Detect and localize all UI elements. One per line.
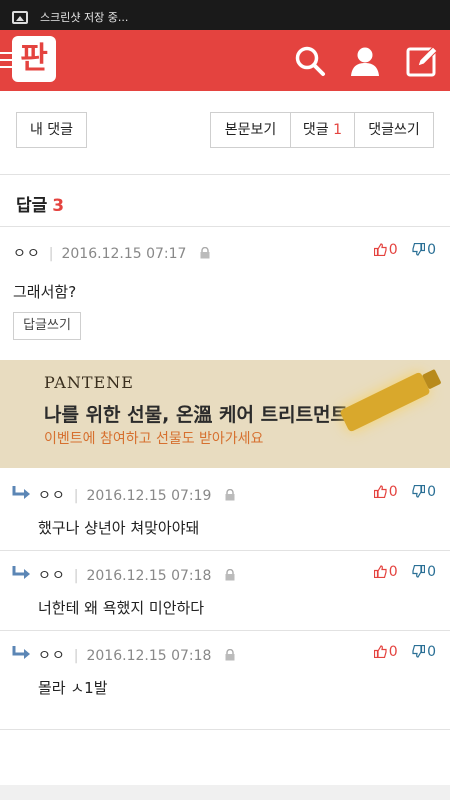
comment-tabs: 본문보기 댓글 1 댓글쓰기	[210, 112, 434, 148]
lock-icon[interactable]	[224, 649, 236, 661]
reply-nick[interactable]: ㅇㅇ	[38, 568, 66, 584]
ad-product-image	[339, 371, 431, 433]
ad-headline: 나를 위한 선물, 온溫 케어 트리트먼트	[44, 404, 349, 426]
upvote-button[interactable]: 0	[373, 564, 398, 580]
reply-text: 했구나 샹년아 쳐맞아야돼	[38, 519, 200, 537]
thumbs-down-icon	[412, 242, 426, 256]
image-icon	[12, 11, 28, 24]
reply-meta: ㅇㅇ | 2016.12.15 07:18	[38, 565, 236, 585]
user-icon[interactable]	[348, 44, 382, 78]
comments-tab[interactable]: 댓글 1	[291, 113, 355, 147]
ad-banner[interactable]: PANTENE 나를 위한 선물, 온溫 케어 트리트먼트 이벤트에 참여하고 …	[0, 360, 450, 468]
ad-brand: PANTENE	[44, 373, 134, 392]
reply-item: ㅇㅇ | 2016.12.15 07:18 0 0 몰라 ㅅ1발	[0, 631, 450, 729]
reply-votes: 0 0	[364, 644, 436, 660]
status-notification: 스크린샷 저장 중...	[40, 11, 129, 24]
downvote-button[interactable]: 0	[412, 484, 436, 500]
my-comments-button[interactable]: 내 댓글	[16, 112, 87, 148]
comment-nav: 내 댓글 본문보기 댓글 1 댓글쓰기	[0, 91, 450, 175]
thumbs-down-icon	[412, 644, 426, 658]
thumbs-up-icon	[373, 485, 387, 499]
lock-icon[interactable]	[224, 489, 236, 501]
thumbs-up-icon	[373, 565, 387, 579]
lock-icon[interactable]	[224, 569, 236, 581]
downvote-count: 0	[427, 484, 436, 500]
app-header: 판	[0, 30, 450, 91]
thumbs-down-icon	[412, 564, 426, 578]
downvote-count: 0	[427, 644, 436, 660]
search-icon[interactable]	[293, 44, 327, 78]
lock-icon[interactable]	[199, 247, 211, 259]
upvote-button[interactable]: 0	[373, 644, 398, 660]
comment-text: 그래서함?	[13, 283, 77, 301]
status-bar: 스크린샷 저장 중...	[0, 0, 450, 30]
upvote-count: 0	[388, 242, 398, 258]
downvote-button[interactable]: 0	[412, 644, 436, 660]
thumbs-up-icon	[373, 645, 387, 659]
write-comment-button[interactable]: 댓글쓰기	[355, 113, 433, 147]
upvote-button[interactable]: 0	[373, 242, 398, 258]
comment-meta: ㅇㅇ | 2016.12.15 07:17	[13, 243, 211, 263]
upvote-count: 0	[388, 484, 398, 500]
downvote-count: 0	[427, 242, 436, 258]
reply-nick[interactable]: ㅇㅇ	[38, 488, 66, 504]
comment-votes: 0 0	[364, 242, 436, 258]
downvote-button[interactable]: 0	[412, 242, 436, 258]
replies-title: 답글 3	[16, 191, 64, 216]
reply-date: 2016.12.15 07:19	[86, 488, 212, 504]
replies-count: 3	[52, 196, 65, 216]
reply-arrow-icon	[12, 566, 30, 579]
thumbs-up-icon	[373, 243, 387, 257]
write-reply-button[interactable]: 답글쓰기	[13, 312, 81, 340]
thumbs-down-icon	[412, 484, 426, 498]
reply-text: 몰라 ㅅ1발	[38, 679, 108, 697]
ad-subtext: 이벤트에 참여하고 선물도 받아가세요	[44, 431, 264, 447]
reply-date: 2016.12.15 07:18	[86, 648, 212, 664]
reply-votes: 0 0	[364, 484, 436, 500]
reply-date: 2016.12.15 07:18	[86, 568, 212, 584]
reply-item: ㅇㅇ | 2016.12.15 07:18 0 0 너한테 왜 욕했지 미안하다	[0, 551, 450, 631]
page-footer	[0, 785, 450, 800]
downvote-button[interactable]: 0	[412, 564, 436, 580]
reply-item: ㅇㅇ | 2016.12.15 07:19 0 0 했구나 샹년아 쳐맞아야돼	[0, 469, 450, 549]
app-logo[interactable]: 판	[12, 36, 56, 82]
comments-count: 1	[333, 122, 343, 138]
edit-icon[interactable]	[405, 44, 439, 78]
comment-date: 2016.12.15 07:17	[61, 246, 187, 262]
replies-label: 답글	[16, 196, 48, 216]
view-post-button[interactable]: 본문보기	[211, 113, 291, 147]
comment-nick[interactable]: ㅇㅇ	[13, 246, 41, 262]
reply-arrow-icon	[12, 646, 30, 659]
reply-text: 너한테 왜 욕했지 미안하다	[38, 599, 205, 617]
reply-meta: ㅇㅇ | 2016.12.15 07:18	[38, 645, 236, 665]
reply-votes: 0 0	[364, 564, 436, 580]
upvote-count: 0	[388, 564, 398, 580]
upvote-count: 0	[388, 644, 398, 660]
reply-nick[interactable]: ㅇㅇ	[38, 648, 66, 664]
downvote-count: 0	[427, 564, 436, 580]
main-comment: ㅇㅇ | 2016.12.15 07:17 0 0 그래서함? 답글쓰기	[0, 227, 450, 360]
replies-header: 답글 3	[0, 175, 450, 227]
divider	[0, 729, 450, 730]
reply-meta: ㅇㅇ | 2016.12.15 07:19	[38, 485, 236, 505]
upvote-button[interactable]: 0	[373, 484, 398, 500]
comments-tab-label: 댓글	[302, 122, 329, 138]
reply-arrow-icon	[12, 486, 30, 499]
